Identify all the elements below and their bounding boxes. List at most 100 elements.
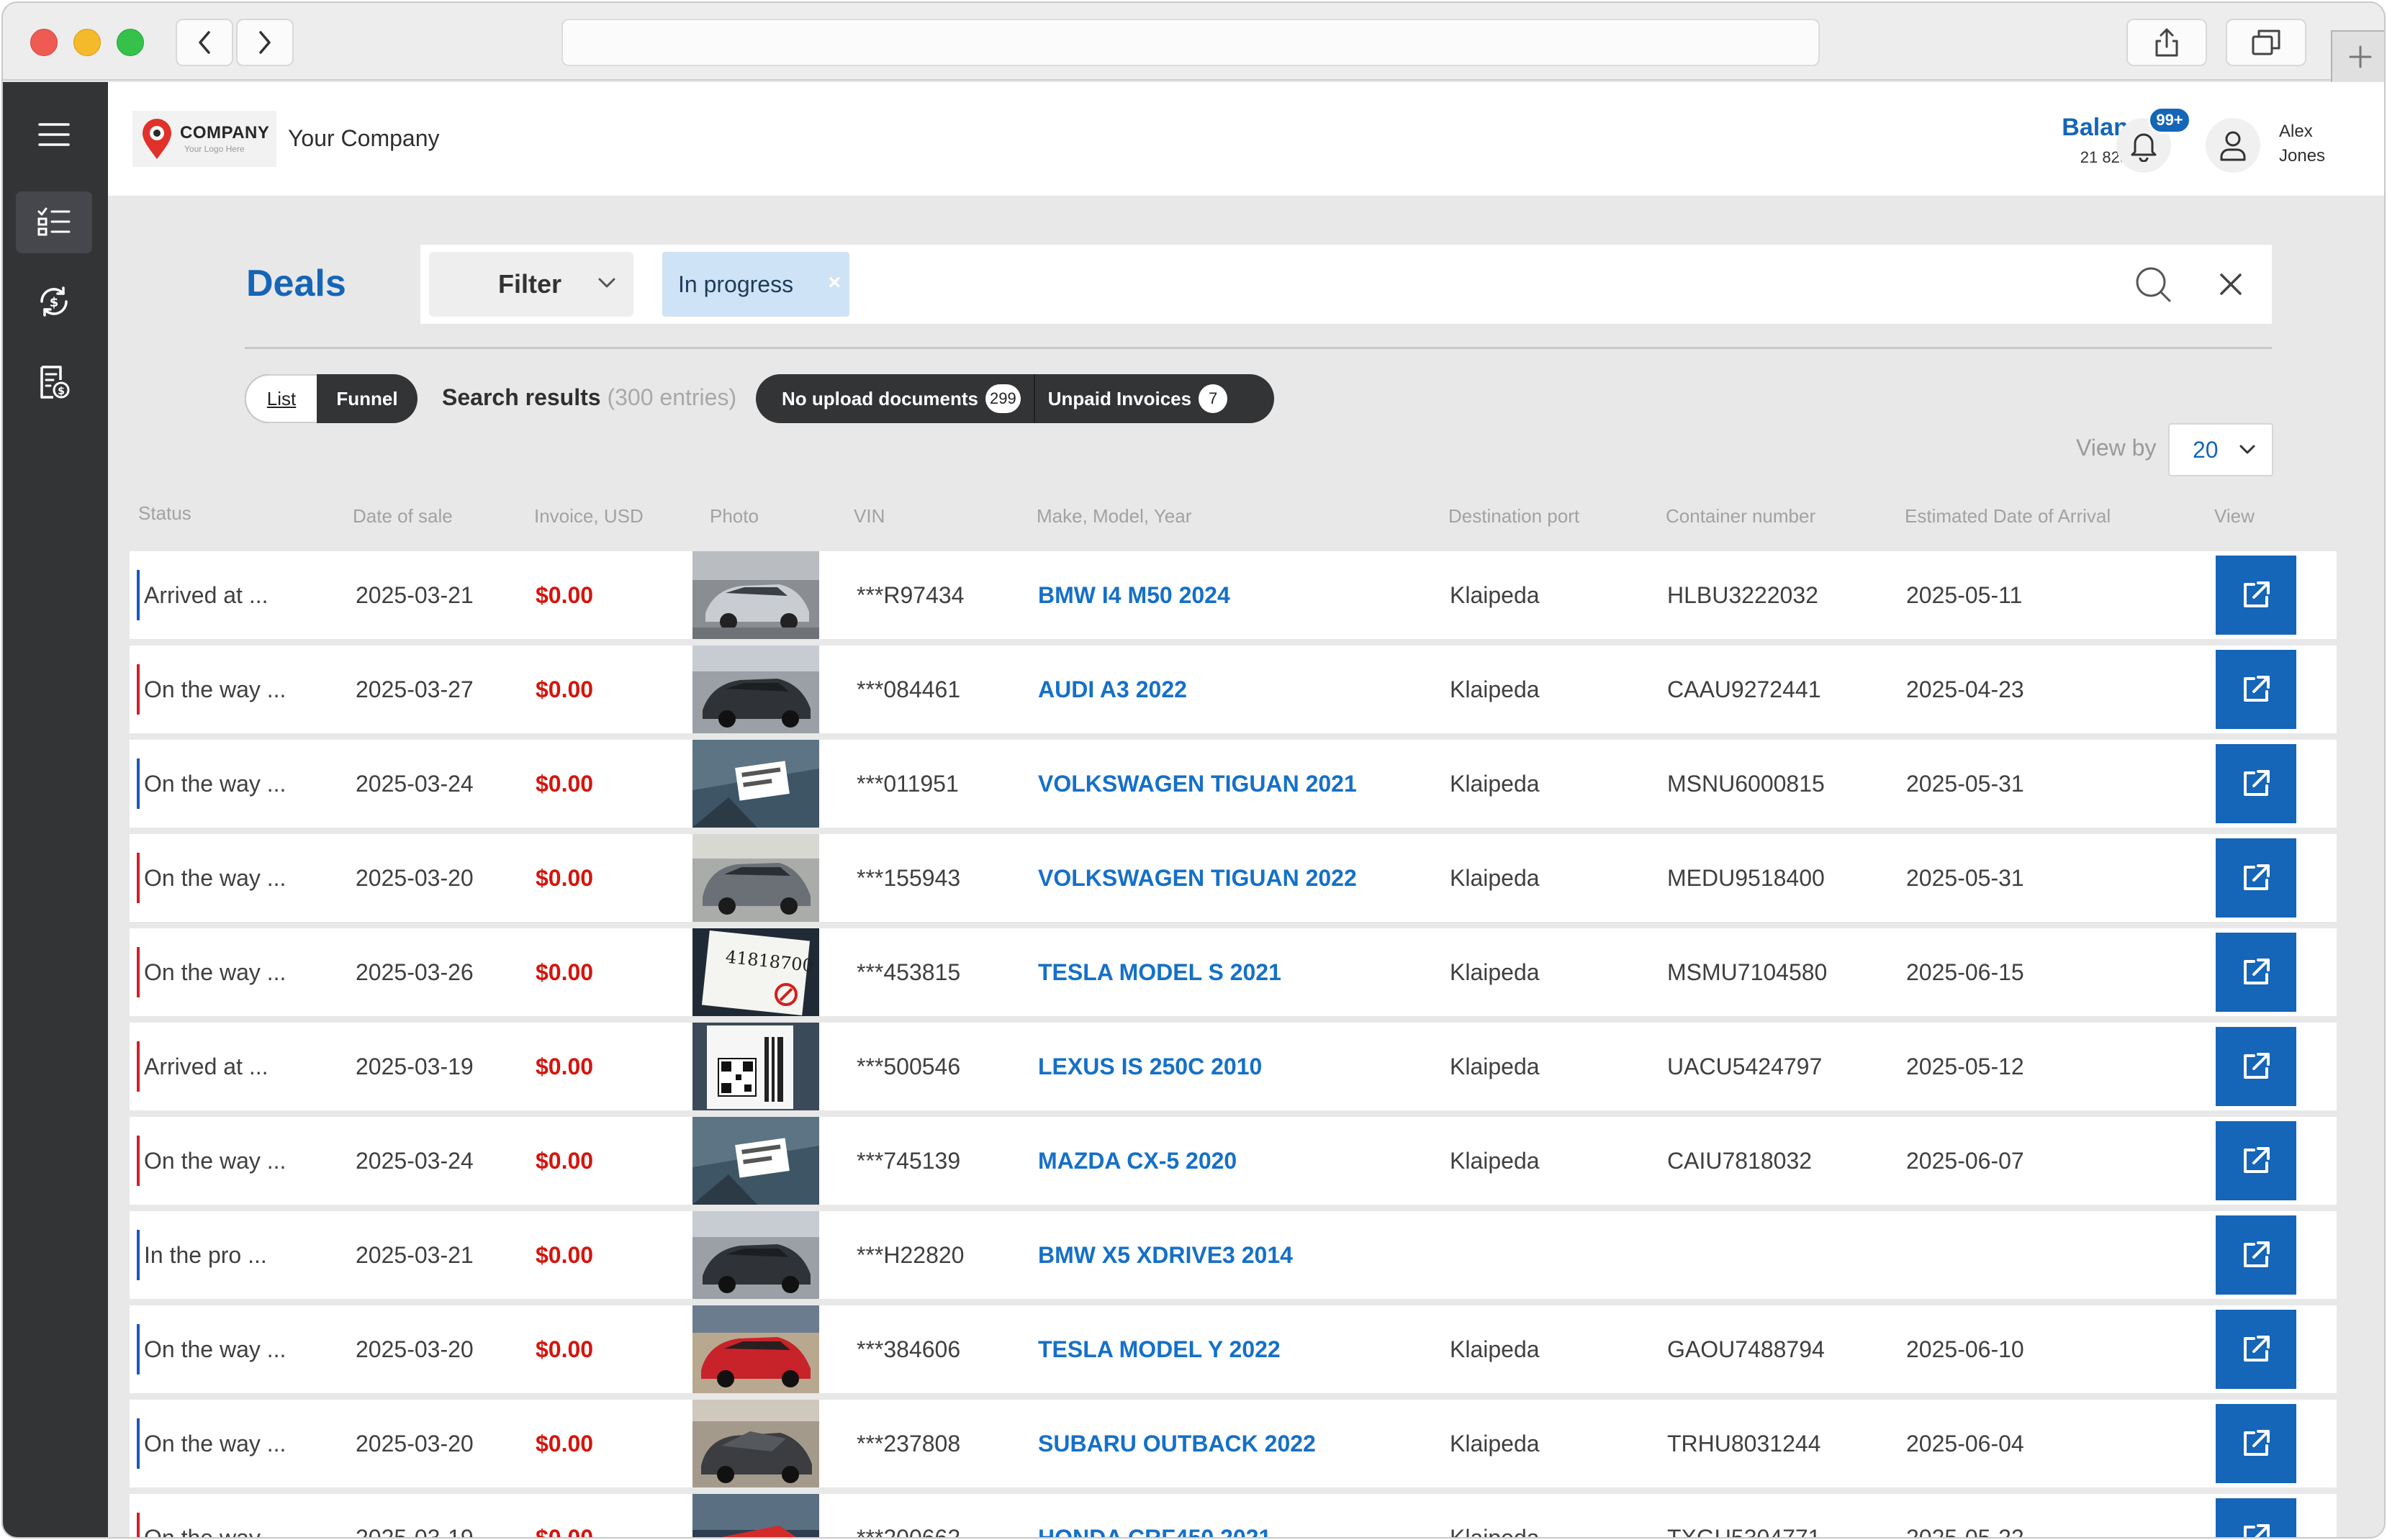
page-size-select[interactable]: 20	[2168, 423, 2273, 476]
minimize-window-button[interactable]	[73, 29, 101, 56]
vehicle-photo[interactable]	[692, 1023, 819, 1110]
view-deal-button[interactable]	[2216, 650, 2296, 729]
company-logo[interactable]: COMPANY Your Logo Here	[132, 111, 276, 167]
column-header-eta[interactable]: Estimated Date of Arrival	[1905, 505, 2111, 527]
vehicle-photo[interactable]	[692, 646, 819, 733]
invoice-cell: $0.00	[536, 864, 594, 891]
sidebar-item-deals[interactable]	[16, 191, 92, 253]
vehicle-model-link[interactable]: AUDI A3 2022	[1038, 646, 1187, 733]
funnel-view-button[interactable]: Funnel	[317, 374, 418, 423]
share-button[interactable]	[2126, 19, 2207, 66]
view-deal-button[interactable]	[2216, 1498, 2296, 1537]
vehicle-photo[interactable]	[692, 834, 819, 922]
menu-button[interactable]	[16, 104, 92, 166]
filter-dropdown[interactable]: Filter	[429, 252, 633, 317]
search-icon[interactable]	[2134, 265, 2172, 304]
date-cell: 2025-03-19	[356, 1524, 474, 1539]
vehicle-model-link[interactable]: HONDA CRF450 2021	[1038, 1494, 1271, 1538]
share-icon	[2155, 28, 2178, 57]
date-cell: 2025-03-21	[356, 1241, 474, 1268]
status-indicator	[137, 1513, 140, 1537]
table-row[interactable]: Arrived at ... 2025-03-21 $0.00 ***R97434 BM…	[130, 551, 2337, 639]
table-row[interactable]: On the way ... 2025-03-24 $0.00 ***745139 MA…	[130, 1117, 2337, 1205]
address-bar[interactable]	[561, 19, 1820, 66]
vehicle-model-link[interactable]: BMW I4 M50 2024	[1038, 551, 1230, 639]
vehicle-model-link[interactable]: TESLA MODEL Y 2022	[1038, 1305, 1281, 1393]
view-deal-button[interactable]	[2216, 1215, 2296, 1295]
view-deal-button[interactable]	[2216, 933, 2296, 1012]
view-deal-button[interactable]	[2216, 1121, 2296, 1200]
column-header-model[interactable]: Make, Model, Year	[1037, 505, 1191, 527]
destination-port-cell: Klaipeda	[1450, 1147, 1540, 1174]
user-avatar[interactable]	[2206, 118, 2260, 173]
view-deal-button[interactable]	[2216, 556, 2296, 635]
vehicle-photo[interactable]: 41818700	[692, 928, 819, 1016]
date-cell: 2025-03-21	[356, 581, 474, 608]
forward-button[interactable]	[236, 19, 294, 66]
vehicle-photo[interactable]	[692, 1305, 819, 1393]
date-cell: 2025-03-19	[356, 1053, 474, 1079]
column-header-port[interactable]: Destination port	[1448, 505, 1579, 527]
sidebar-item-invoices[interactable]: $	[16, 351, 92, 413]
vehicle-model-link[interactable]: VOLKSWAGEN TIGUAN 2021	[1038, 740, 1357, 828]
vehicle-photo[interactable]	[692, 740, 819, 828]
tab-overview-button[interactable]	[2226, 19, 2306, 66]
table-row[interactable]: On the way ... 2025-03-19 $0.00 ***200662 HO…	[130, 1494, 2337, 1539]
vehicle-model-link[interactable]: VOLKSWAGEN TIGUAN 2022	[1038, 834, 1357, 922]
list-view-button[interactable]: List	[245, 374, 317, 423]
vehicle-photo[interactable]	[692, 1117, 819, 1205]
table-row[interactable]: Arrived at ... 2025-03-19 $0.00 ***500546 LE…	[130, 1023, 2337, 1110]
new-tab-button[interactable]	[2331, 30, 2384, 82]
container-number-cell: MSNU6000815	[1667, 770, 1825, 797]
table-row[interactable]: On the way ... 2025-03-24 $0.00 ***011951 VO…	[130, 740, 2337, 828]
view-deal-button[interactable]	[2216, 1027, 2296, 1106]
checklist-icon	[37, 207, 71, 236]
eta-cell: 2025-06-15	[1906, 959, 2024, 985]
active-filter-chip[interactable]: In progress ×	[662, 252, 849, 317]
vehicle-model-link[interactable]: TESLA MODEL S 2021	[1038, 928, 1281, 1016]
vin-cell: ***500546	[857, 1053, 961, 1079]
column-header-status[interactable]: Status	[138, 502, 191, 525]
destination-port-cell: Klaipeda	[1450, 581, 1540, 608]
invoice-cell: $0.00	[536, 1147, 594, 1174]
vin-cell: ***200662	[857, 1524, 961, 1539]
vehicle-photo[interactable]	[692, 1400, 819, 1487]
invoice-cell: $0.00	[536, 959, 594, 985]
vehicle-photo[interactable]	[692, 551, 819, 639]
back-button[interactable]	[176, 19, 233, 66]
view-deal-button[interactable]	[2216, 1310, 2296, 1389]
invoice-cell: $0.00	[536, 770, 594, 797]
column-header-invoice[interactable]: Invoice, USD	[534, 505, 644, 527]
view-deal-button[interactable]	[2216, 1404, 2296, 1483]
eta-cell: 2025-05-11	[1906, 581, 2023, 608]
maximize-window-button[interactable]	[117, 29, 144, 56]
close-window-button[interactable]	[30, 29, 58, 56]
view-deal-button[interactable]	[2216, 838, 2296, 918]
view-deal-button[interactable]	[2216, 744, 2296, 823]
user-name[interactable]: Alex Jones	[2279, 119, 2325, 168]
table-row[interactable]: On the way ... 2025-03-27 $0.00 ***084461 AU…	[130, 646, 2337, 733]
table-row[interactable]: On the way ... 2025-03-20 $0.00 ***237808 SU…	[130, 1400, 2337, 1487]
close-icon[interactable]	[2217, 271, 2244, 298]
vehicle-model-link[interactable]: SUBARU OUTBACK 2022	[1038, 1400, 1316, 1487]
table-row[interactable]: In the pro ... 2025-03-21 $0.00 ***H22820 BM…	[130, 1211, 2337, 1299]
column-header-container[interactable]: Container number	[1666, 505, 1815, 527]
vehicle-model-link[interactable]: MAZDA CX-5 2020	[1038, 1117, 1237, 1205]
external-link-icon	[2244, 959, 2270, 984]
vehicle-photo[interactable]	[692, 1494, 819, 1537]
vehicle-model-link[interactable]: LEXUS IS 250C 2010	[1038, 1023, 1262, 1110]
column-header-date[interactable]: Date of sale	[353, 505, 453, 527]
pill-docs-count: 299	[985, 384, 1021, 413]
vin-cell: ***011951	[857, 770, 959, 797]
vehicle-model-link[interactable]: BMW X5 XDRIVE3 2014	[1038, 1211, 1293, 1299]
table-row[interactable]: On the way ... 2025-03-20 $0.00 ***384606 TE…	[130, 1305, 2337, 1393]
unpaid-invoices-filter[interactable]: Unpaid Invoices 7	[1048, 384, 1228, 413]
vehicle-photo[interactable]	[692, 1211, 819, 1299]
remove-chip-button[interactable]: ×	[828, 271, 841, 295]
table-row[interactable]: On the way ... 2025-03-26 $0.00 41818700 ***…	[130, 928, 2337, 1016]
no-upload-documents-filter[interactable]: No upload documents 299	[782, 384, 1021, 413]
column-header-vin[interactable]: VIN	[854, 505, 885, 527]
vin-cell: ***384606	[857, 1336, 961, 1362]
table-row[interactable]: On the way ... 2025-03-20 $0.00 ***155943 VO…	[130, 834, 2337, 922]
sidebar-item-payments[interactable]: $	[16, 271, 92, 332]
